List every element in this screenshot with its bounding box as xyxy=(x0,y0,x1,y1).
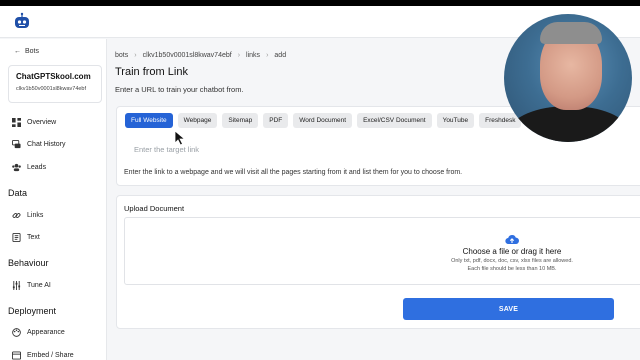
text-icon xyxy=(12,232,21,242)
save-button[interactable]: SAVE xyxy=(403,298,614,320)
upload-document-label: Upload Document xyxy=(124,204,185,213)
sidebar-item-leads[interactable]: Leads xyxy=(12,160,46,174)
sliders-icon xyxy=(12,280,21,290)
webcam-shirt xyxy=(510,106,628,142)
back-to-bots-link[interactable]: ← Bots xyxy=(14,48,39,55)
presenter-webcam xyxy=(504,14,632,142)
link-icon xyxy=(12,212,21,218)
sidebar-item-label: Links xyxy=(27,211,44,219)
sidebar-item-tune-ai[interactable]: Tune AI xyxy=(12,278,51,292)
sidebar-item-embed-share[interactable]: Embed / Share xyxy=(12,348,74,360)
chevron-right-icon: › xyxy=(266,52,269,59)
cloud-upload-icon xyxy=(505,235,519,245)
tab-excel-csv-document[interactable]: Excel/CSV Document xyxy=(357,113,432,128)
sidebar-item-appearance[interactable]: Appearance xyxy=(12,325,65,339)
sidebar-item-chat-history[interactable]: Chat History xyxy=(12,137,66,151)
breadcrumb-item-bots[interactable]: bots xyxy=(115,52,128,59)
chat-history-icon xyxy=(12,139,21,148)
section-heading-data: Data xyxy=(8,188,28,198)
crawl-hint-text: Enter the link to a webpage and we will … xyxy=(124,169,463,176)
breadcrumb-item-add: add xyxy=(274,52,287,59)
choose-file-text: Choose a file or drag it here xyxy=(462,247,562,256)
chevron-right-icon: › xyxy=(134,52,137,59)
tab-sitemap[interactable]: Sitemap xyxy=(222,113,259,128)
tab-word-document[interactable]: Word Document xyxy=(293,113,353,128)
sidebar-item-label: Overview xyxy=(27,118,57,126)
target-link-input[interactable] xyxy=(125,140,640,158)
section-heading-behaviour: Behaviour xyxy=(8,258,49,268)
bot-logo-icon[interactable] xyxy=(12,12,32,32)
source-tabs: Full Website Webpage Sitemap PDF Word Do… xyxy=(125,113,522,128)
tab-webpage[interactable]: Webpage xyxy=(177,113,218,128)
bot-name: ChatGPTSkool.com xyxy=(16,72,91,81)
dashboard-icon xyxy=(12,117,21,127)
file-dropzone[interactable]: Choose a file or drag it here Only txt, … xyxy=(124,217,640,285)
sidebar-item-label: Chat History xyxy=(27,140,66,148)
tab-youtube[interactable]: YouTube xyxy=(436,113,475,128)
tab-full-website[interactable]: Full Website xyxy=(125,113,173,128)
sidebar-item-links[interactable]: Links xyxy=(12,208,43,222)
webcam-hair xyxy=(540,22,602,44)
sidebar-item-label: Embed / Share xyxy=(27,351,74,359)
sidebar-item-text[interactable]: Text xyxy=(12,230,40,244)
sidebar-item-label: Text xyxy=(27,233,40,241)
section-heading-deployment: Deployment xyxy=(8,306,57,316)
page-subtitle: Enter a URL to train your chatbot from. xyxy=(115,85,244,94)
back-label: Bots xyxy=(25,48,40,55)
sidebar-item-label: Appearance xyxy=(27,328,65,336)
bot-id: clkv1b50v0001sl8kwav74ebf xyxy=(16,86,87,92)
breadcrumb-item-links[interactable]: links xyxy=(246,52,260,59)
breadcrumb: bots › clkv1b50v0001sl8kwav74ebf › links… xyxy=(115,52,286,59)
mouse-cursor-icon xyxy=(174,130,186,146)
arrow-left-icon: ← xyxy=(14,48,21,55)
leads-icon xyxy=(12,163,21,171)
tab-pdf[interactable]: PDF xyxy=(263,113,289,128)
embed-icon xyxy=(12,350,21,360)
file-size-limit-text: Each file should be less than 10 MB. xyxy=(467,266,557,272)
app-window: ← Bots ChatGPTSkool.com clkv1b50v0001sl8… xyxy=(0,6,640,360)
sidebar-item-label: Tune AI xyxy=(27,281,51,289)
breadcrumb-item-bot-id[interactable]: clkv1b50v0001sl8kwav74ebf xyxy=(143,52,232,59)
allowed-file-types-text: Only txt, pdf, docx, doc, csv, xlsx file… xyxy=(451,258,573,264)
palette-icon xyxy=(12,327,21,337)
chevron-right-icon: › xyxy=(237,52,241,59)
upload-document-card: Upload Document Choose a file or drag it… xyxy=(116,195,640,329)
sidebar-item-overview[interactable]: Overview xyxy=(12,115,56,129)
sidebar-item-label: Leads xyxy=(27,163,47,171)
bot-card: ChatGPTSkool.com clkv1b50v0001sl8kwav74e… xyxy=(8,65,102,103)
page-title: Train from Link xyxy=(115,66,188,78)
sidebar: ← Bots ChatGPTSkool.com clkv1b50v0001sl8… xyxy=(0,39,107,360)
